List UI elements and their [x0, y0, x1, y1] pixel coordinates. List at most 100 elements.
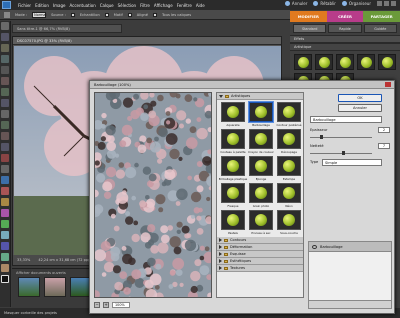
filter-select[interactable]: Barbouillage — [310, 116, 382, 123]
paint-bucket-tool-icon[interactable] — [1, 220, 9, 228]
menu-aide[interactable]: Aide — [196, 3, 205, 8]
healing-brush-tool-icon[interactable] — [1, 165, 9, 173]
nettete-slider[interactable] — [310, 151, 372, 155]
menu-selection[interactable]: Sélection — [118, 3, 136, 8]
type-tool-icon[interactable] — [1, 110, 9, 118]
clone-stamp-tool-icon[interactable] — [1, 176, 9, 184]
effect-thumb[interactable] — [336, 54, 354, 70]
effect-thumb[interactable] — [315, 54, 333, 70]
cookie-cutter-tool-icon[interactable] — [1, 132, 9, 140]
shape-tool-icon[interactable] — [1, 242, 9, 250]
tab-standard[interactable]: Standard — [293, 24, 327, 33]
source-pattern-radio[interactable] — [104, 12, 109, 17]
hand-tool-icon[interactable] — [1, 44, 9, 52]
zoom-tool-icon[interactable] — [1, 33, 9, 41]
type-select[interactable]: Simple — [322, 159, 382, 166]
dialog-close-icon[interactable] — [385, 82, 391, 87]
menu-edition[interactable]: Edition — [35, 3, 49, 8]
effect-thumb[interactable] — [378, 54, 396, 70]
filter-thumb[interactable]: Grain photo — [248, 183, 274, 208]
filter-thumb[interactable]: Fresque — [220, 183, 246, 208]
eraser-tool-icon[interactable] — [1, 187, 9, 195]
filter-category[interactable]: Esthétiques — [217, 258, 303, 265]
epaisseur-input[interactable]: 2 — [378, 127, 390, 133]
filter-thumb[interactable]: Sous-couche — [276, 210, 302, 235]
organizer-button[interactable]: Organiseur — [341, 1, 371, 6]
project-thumb[interactable] — [44, 277, 66, 297]
red-eye-tool-icon[interactable] — [1, 154, 9, 162]
category-artistiques[interactable]: Artistiques — [217, 93, 303, 100]
close-icon[interactable] — [391, 1, 396, 6]
filter-thumb[interactable]: Barbouillage — [248, 101, 274, 127]
maximize-icon[interactable] — [384, 1, 389, 6]
effect-layer-row[interactable]: Barbouillage — [309, 242, 391, 252]
menu-filtre[interactable]: Filtre — [140, 3, 150, 8]
gradient-tool-icon[interactable] — [1, 231, 9, 239]
zoom-out-button[interactable]: − — [94, 301, 100, 308]
menu-accentuation[interactable]: Accentuation — [69, 3, 95, 8]
background-document-tab[interactable]: Sans titre-1 @ 66,7% (RVB/8) — [12, 24, 122, 33]
filter-thumb[interactable]: Pastels — [220, 210, 246, 235]
magic-wand-tool-icon[interactable] — [1, 88, 9, 96]
cancel-button[interactable]: Annuler — [338, 104, 382, 112]
filter-thumb[interactable]: Couteau à palette — [220, 129, 246, 154]
preview-zoom-select[interactable]: 100% — [112, 301, 130, 308]
filter-thumb[interactable]: Néon — [276, 183, 302, 208]
document-title[interactable]: DSC07570.JPG @ 33% (RVB/8) — [13, 37, 281, 45]
zoom-in-button[interactable]: + — [103, 301, 109, 308]
effect-thumb[interactable] — [294, 54, 312, 70]
menu-fenetre[interactable]: Fenêtre — [177, 3, 192, 8]
menu-affichage[interactable]: Affichage — [154, 3, 173, 8]
minimize-icon[interactable] — [377, 1, 382, 6]
epaisseur-slider[interactable] — [310, 135, 372, 139]
effects-category[interactable]: Artistique — [290, 43, 400, 51]
filter-thumb[interactable]: Emballage plastique — [219, 156, 247, 181]
undo-button[interactable]: Annuler — [284, 1, 307, 6]
quick-selection-tool-icon[interactable] — [1, 99, 9, 107]
filter-category[interactable]: Textures — [217, 265, 303, 272]
blur-tool-icon[interactable] — [1, 253, 9, 261]
filter-category[interactable]: Contours — [217, 237, 303, 244]
zoom-level[interactable]: 33,33% — [17, 258, 30, 262]
slider-knob[interactable] — [342, 151, 345, 155]
brush-tool-icon[interactable] — [1, 198, 9, 206]
project-thumb[interactable] — [18, 277, 40, 297]
filter-category[interactable]: Déformation — [217, 244, 303, 251]
filter-thumb[interactable]: Estampe — [276, 156, 302, 181]
filter-thumb[interactable]: Crayon de couleur — [248, 129, 274, 154]
sponge-tool-icon[interactable] — [1, 264, 9, 272]
tab-partager[interactable]: PARTAGER — [363, 11, 400, 22]
filter-thumb[interactable]: Découpage — [276, 129, 302, 154]
tab-modifier[interactable]: MODIFIER — [290, 11, 327, 22]
tab-guidee[interactable]: Guidée — [363, 24, 397, 33]
filter-thumb[interactable]: Aquarelle — [220, 102, 246, 127]
source-sample-radio[interactable] — [70, 12, 75, 17]
mode-select[interactable]: Normal — [32, 11, 46, 18]
effects-panel-title[interactable]: Effets — [290, 35, 400, 43]
foreground-color-swatch[interactable] — [1, 275, 9, 283]
nettete-input[interactable]: 7 — [378, 143, 390, 149]
menu-fichier[interactable]: Fichier — [18, 3, 31, 8]
straighten-tool-icon[interactable] — [1, 143, 9, 151]
eyedropper-tool-icon[interactable] — [1, 55, 9, 63]
filter-thumb[interactable]: Eponge — [248, 156, 274, 181]
filter-preview[interactable] — [94, 92, 212, 298]
ok-button[interactable]: OK — [338, 94, 382, 102]
move-tool-icon[interactable] — [1, 22, 9, 30]
filter-thumb[interactable]: Pinceau à sec — [248, 210, 274, 235]
eye-icon[interactable] — [312, 244, 317, 249]
hide-project-bin-button[interactable]: Masquer corbeille des projets — [4, 311, 57, 315]
filter-category[interactable]: Esquisse — [217, 251, 303, 258]
crop-tool-icon[interactable] — [1, 121, 9, 129]
brush-tool-icon[interactable] — [4, 11, 10, 18]
tab-creer[interactable]: CRÉER — [326, 11, 364, 22]
slider-knob[interactable] — [320, 135, 323, 139]
menu-image[interactable]: Image — [53, 3, 66, 8]
aligned-checkbox[interactable] — [127, 12, 132, 17]
filter-thumb[interactable]: Contour postérisé — [276, 102, 302, 127]
all-layers-checkbox[interactable] — [152, 12, 157, 17]
smart-brush-tool-icon[interactable] — [1, 209, 9, 217]
menu-calque[interactable]: Calque — [100, 3, 114, 8]
lasso-tool-icon[interactable] — [1, 77, 9, 85]
tab-rapide[interactable]: Rapide — [328, 24, 362, 33]
